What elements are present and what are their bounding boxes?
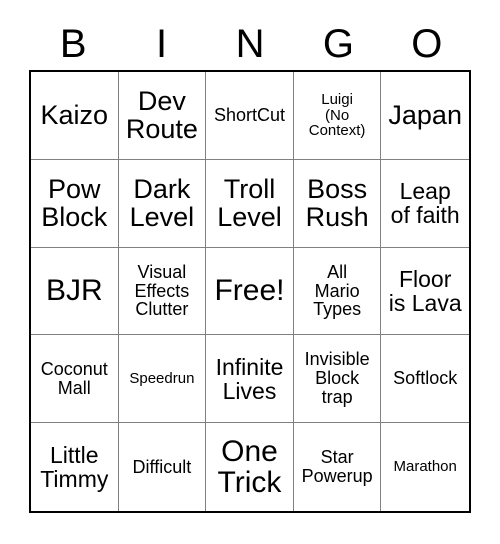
bingo-cell-r1c3[interactable]: ShortCut bbox=[206, 72, 294, 160]
bingo-header-letter-i: I bbox=[156, 21, 168, 66]
bingo-grid: Kaizo Dev Route ShortCut Luigi (No Context)… bbox=[29, 70, 471, 513]
bingo-cell-label: Kaizo bbox=[40, 100, 109, 131]
bingo-cell-r5c4[interactable]: Star Powerup bbox=[293, 423, 382, 511]
bingo-cell-label: Star Powerup bbox=[301, 447, 373, 487]
bingo-cell-label: Coconut Mall bbox=[40, 358, 108, 398]
bingo-cell-r3c5[interactable]: Floor is Lava bbox=[381, 247, 469, 336]
bingo-cell-r3c4[interactable]: All Mario Types bbox=[293, 247, 382, 336]
bingo-cell-label: Pow Block bbox=[41, 173, 108, 233]
bingo-cell-r3c2[interactable]: Visual Effects Clutter bbox=[118, 247, 207, 336]
bingo-cell-r5c5[interactable]: Marathon bbox=[381, 423, 469, 511]
bingo-cell-label: Visual Effects Clutter bbox=[134, 261, 190, 320]
bingo-cell-r4c5[interactable]: Softlock bbox=[381, 335, 469, 424]
bingo-cell-label: Dev Route bbox=[125, 86, 198, 145]
bingo-cell-label: All Mario Types bbox=[313, 261, 362, 320]
bingo-cell-label: Dark Level bbox=[129, 173, 195, 233]
bingo-cell-r1c5[interactable]: Japan bbox=[381, 72, 469, 160]
bingo-cell-r2c2[interactable]: Dark Level bbox=[118, 159, 207, 248]
bingo-cell-label: One Trick bbox=[217, 434, 282, 500]
bingo-header-letter-g: G bbox=[322, 21, 354, 66]
bingo-cell-label: Infinite Lives bbox=[215, 353, 284, 404]
bingo-cell-r3c1[interactable]: BJR bbox=[31, 247, 119, 336]
bingo-cell-label: Marathon bbox=[393, 458, 457, 476]
bingo-cell-label: Floor is Lava bbox=[388, 265, 462, 316]
bingo-cell-r1c1[interactable]: Kaizo bbox=[31, 72, 119, 160]
bingo-cell-label: Softlock bbox=[393, 368, 458, 389]
bingo-cell-r1c2[interactable]: Dev Route bbox=[118, 72, 207, 160]
bingo-cell-label: BJR bbox=[45, 274, 103, 308]
bingo-cell-label: Japan bbox=[388, 100, 462, 131]
bingo-cell-r4c3[interactable]: Infinite Lives bbox=[206, 335, 294, 424]
bingo-card: B I N G O Kaizo Dev Route ShortCut Luigi (No Co… bbox=[0, 0, 500, 544]
bingo-cell-label: ShortCut bbox=[213, 104, 286, 125]
bingo-cell-label: Leap of faith bbox=[390, 178, 460, 229]
bingo-cell-r2c4[interactable]: Boss Rush bbox=[293, 159, 382, 248]
bingo-cell-r5c3[interactable]: One Trick bbox=[206, 423, 294, 511]
bingo-cell-label: Free! bbox=[214, 274, 285, 308]
bingo-cell-label: Boss Rush bbox=[305, 173, 369, 233]
bingo-cell-r4c1[interactable]: Coconut Mall bbox=[31, 335, 119, 424]
bingo-cell-label: Little Timmy bbox=[40, 441, 109, 493]
bingo-cell-label: Invisible Block trap bbox=[304, 349, 370, 408]
bingo-cell-r1c4[interactable]: Luigi (No Context) bbox=[293, 72, 382, 160]
bingo-cell-r2c3[interactable]: Troll Level bbox=[206, 159, 294, 248]
bingo-cell-r3c3[interactable]: Free! bbox=[206, 247, 294, 336]
bingo-cell-r5c1[interactable]: Little Timmy bbox=[31, 423, 119, 511]
bingo-header-letter-o: O bbox=[411, 21, 443, 66]
bingo-cell-label: Troll Level bbox=[217, 173, 282, 233]
bingo-cell-label: Difficult bbox=[132, 456, 192, 477]
bingo-cell-label: Speedrun bbox=[129, 369, 195, 387]
bingo-cell-r2c1[interactable]: Pow Block bbox=[31, 159, 119, 248]
bingo-cell-r4c4[interactable]: Invisible Block trap bbox=[293, 335, 382, 424]
bingo-header-letter-b: B bbox=[59, 21, 87, 66]
bingo-cell-r5c2[interactable]: Difficult bbox=[118, 423, 207, 511]
bingo-header-letter-n: N bbox=[235, 21, 265, 66]
bingo-cell-r4c2[interactable]: Speedrun bbox=[118, 335, 207, 424]
bingo-header: BINGO bbox=[29, 17, 471, 70]
bingo-cell-r2c5[interactable]: Leap of faith bbox=[381, 159, 469, 248]
bingo-cell-label: Luigi (No Context) bbox=[308, 90, 366, 140]
